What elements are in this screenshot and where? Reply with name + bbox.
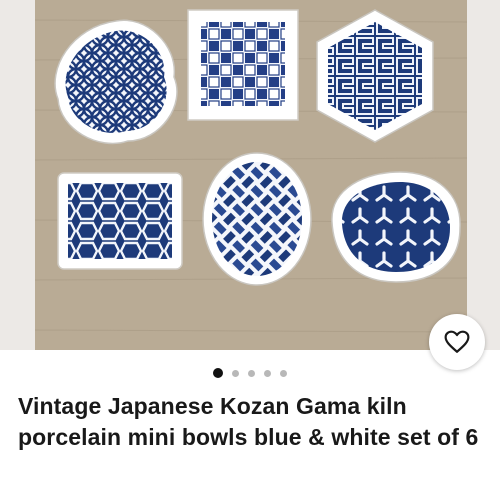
bowl-hexagons: [57, 172, 183, 270]
product-image-carousel[interactable]: [0, 0, 500, 350]
watch-button[interactable]: [429, 314, 485, 370]
bowl-checker: [187, 9, 299, 121]
page-dot[interactable]: [232, 369, 239, 377]
listing-title: Vintage Japanese Kozan Gama kiln porcela…: [18, 393, 479, 450]
carousel-pagination: [0, 368, 500, 378]
page-dot[interactable]: [264, 369, 271, 377]
page-dot-active[interactable]: [213, 368, 223, 378]
bowls-illustration: [35, 0, 467, 350]
page-dot[interactable]: [248, 369, 255, 377]
bowl-weave: [202, 152, 312, 286]
page-dot[interactable]: [280, 369, 287, 377]
bowl-y-pattern: [331, 171, 461, 283]
product-photo[interactable]: [35, 0, 467, 350]
heart-outline-icon: [444, 330, 470, 353]
